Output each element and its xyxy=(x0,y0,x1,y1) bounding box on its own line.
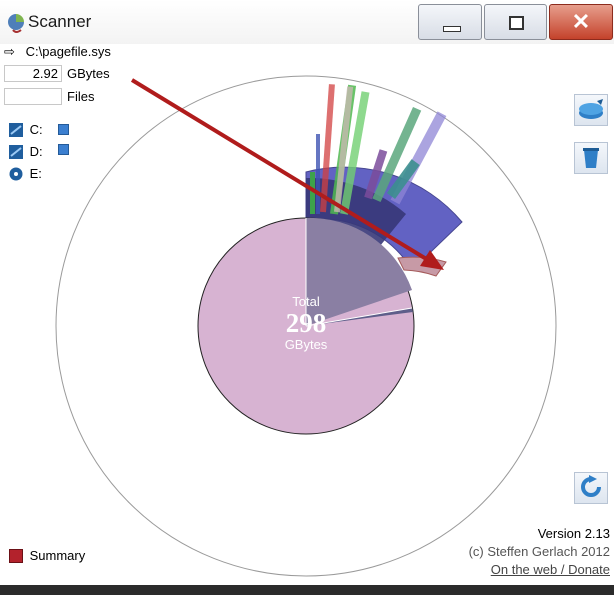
total-unit: GBytes xyxy=(284,337,328,352)
hard-drive-icon xyxy=(9,145,23,159)
summary-label: Summary xyxy=(29,548,86,563)
maximize-icon xyxy=(509,16,524,30)
minimize-icon xyxy=(443,26,461,32)
window-title: Scanner xyxy=(28,12,92,31)
drive-c-label: C: xyxy=(29,122,43,137)
close-button[interactable]: ✕ xyxy=(549,4,613,40)
total-label: Total xyxy=(292,294,320,309)
files-label: Files xyxy=(67,89,95,104)
recycle-bin-button[interactable] xyxy=(574,142,608,174)
total-value: 298 xyxy=(285,308,327,338)
drive-c-expand-toggle[interactable] xyxy=(58,124,69,135)
minimize-button[interactable] xyxy=(418,4,482,40)
refresh-icon xyxy=(581,475,601,497)
web-donate-link[interactable]: On the web / Donate xyxy=(491,562,610,577)
optical-drive-icon xyxy=(9,167,23,181)
close-icon: ✕ xyxy=(571,9,591,34)
refresh-button[interactable] xyxy=(574,472,608,504)
selected-path: C:\pagefile.sys xyxy=(25,44,111,59)
drive-d-collapse-toggle[interactable] xyxy=(58,144,69,155)
drive-e[interactable]: E: xyxy=(9,166,42,182)
summary-icon xyxy=(9,549,23,563)
disk-cleanup-icon xyxy=(579,99,603,119)
scanner-app-icon xyxy=(8,14,24,33)
taskbar-strip xyxy=(0,585,614,595)
drive-d-label: D: xyxy=(29,144,43,159)
disk-cleanup-button[interactable] xyxy=(574,94,608,126)
drive-d[interactable]: D: xyxy=(9,144,43,160)
title-bar: Scanner ✕ xyxy=(0,0,614,44)
right-arrow-icon: ⇨ xyxy=(4,44,15,59)
summary-button[interactable]: Summary xyxy=(9,548,85,563)
drive-c[interactable]: C: xyxy=(9,122,43,138)
size-unit-label: GBytes xyxy=(67,66,110,81)
size-value-box: 2.92 xyxy=(4,65,62,82)
segment-blue-thin xyxy=(316,134,320,214)
copyright-label: (c) Steffen Gerlach 2012 xyxy=(468,544,610,559)
maximize-button[interactable] xyxy=(484,4,547,40)
main-panel: Total 298 GBytes ⇨ C:\pagefile.sys 2.92 … xyxy=(0,44,614,585)
selected-path-row: ⇨ C:\pagefile.sys xyxy=(4,44,111,60)
version-label: Version 2.13 xyxy=(537,526,610,541)
hard-drive-icon xyxy=(9,123,23,137)
drive-e-label: E: xyxy=(29,166,42,181)
recycle-bin-icon xyxy=(583,148,599,168)
files-value-box xyxy=(4,88,62,105)
total-center-label: Total 298 GBytes xyxy=(256,294,356,352)
